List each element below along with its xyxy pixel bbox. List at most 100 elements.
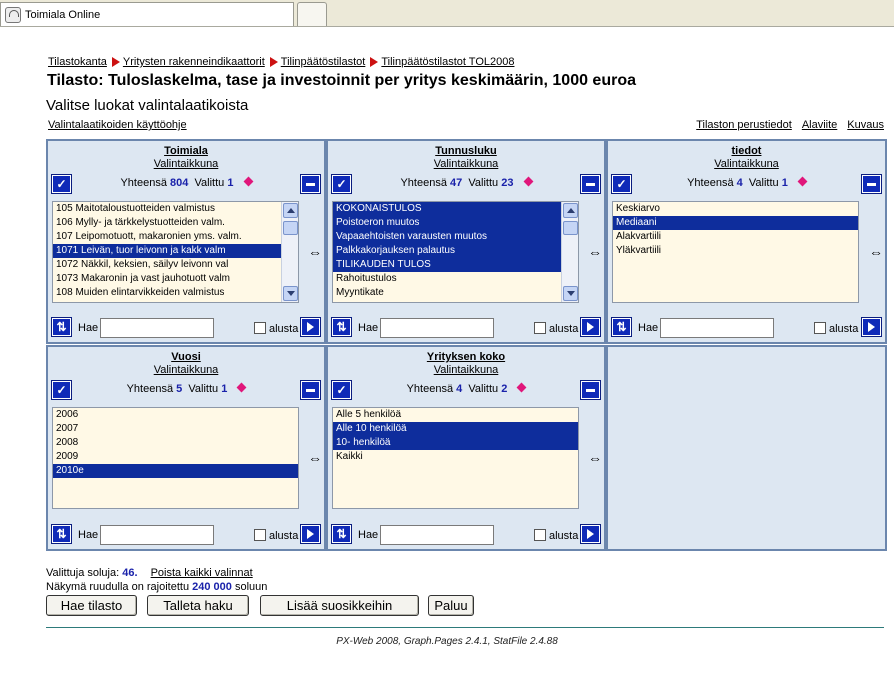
panel-title[interactable]: tiedot [608, 145, 885, 157]
list-option[interactable]: Vapaaehtoisten varausten muutos [333, 230, 578, 244]
list-option[interactable]: Myyntikate [333, 286, 578, 300]
search-go-icon[interactable] [300, 524, 321, 544]
option-listbox[interactable]: Alle 5 henkilöä Alle 10 henkilöä 10- henki… [332, 407, 579, 509]
deselect-all-minus-icon[interactable] [300, 380, 321, 400]
selected-value: 1 [221, 383, 228, 395]
deselect-all-minus-icon[interactable] [580, 380, 601, 400]
sort-arrows-icon[interactable]: ⇅ [611, 317, 632, 337]
list-option[interactable]: Yläkvartiili [613, 244, 858, 258]
search-input[interactable] [100, 318, 214, 338]
count-text: Yhteensä 47 Valittu 23 [332, 176, 600, 189]
list-option[interactable]: 106 Mylly- ja tärkkelystuotteiden valm. [53, 216, 298, 230]
list-option[interactable]: 1071 Leivän, tuor leivonn ja kakk valm [53, 244, 298, 258]
breadcrumb-link-tilastokanta[interactable]: Tilastokanta [48, 56, 107, 68]
sort-arrows-icon[interactable]: ⇅ [51, 524, 72, 544]
panel-title[interactable]: Tunnusluku [328, 145, 604, 157]
panel-header: Tunnusluku Valintaikkuna [328, 141, 604, 170]
search-input[interactable] [100, 525, 214, 545]
clear-all-selections-link[interactable]: Poista kaikki valinnat [151, 567, 253, 579]
list-option[interactable]: Keskiarvo [613, 202, 858, 216]
link-perustiedot[interactable]: Tilaston perustiedot [696, 119, 792, 131]
scroll-thumb[interactable] [283, 221, 298, 235]
deselect-all-minus-icon[interactable] [580, 174, 601, 194]
list-option[interactable]: Poistoeron muutos [333, 216, 578, 230]
list-option[interactable]: Alle 10 henkilöä [333, 422, 578, 436]
list-option[interactable]: 2006 [53, 408, 298, 422]
search-input[interactable] [380, 318, 494, 338]
total-label: Yhteensä [126, 383, 174, 395]
list-option[interactable]: Alakvartiili [613, 230, 858, 244]
list-option[interactable]: Mediaani [613, 216, 858, 230]
from-start-checkbox[interactable] [254, 529, 266, 541]
save-query-button[interactable]: Talleta haku [147, 595, 249, 616]
list-option[interactable]: Kaikki [333, 450, 578, 464]
window-link[interactable]: Valintaikkuna [48, 364, 324, 376]
scroll-up-icon[interactable] [563, 203, 578, 218]
breadcrumb-link-tilinpaatostilastot[interactable]: Tilinpäätöstilastot [281, 56, 366, 68]
list-option[interactable]: TILIKAUDEN TULOS [333, 258, 578, 272]
list-option[interactable]: 105 Maitotaloustuotteiden valmistus [53, 202, 298, 216]
option-listbox[interactable]: 2006 2007 2008 2009 2010e [52, 407, 299, 509]
list-scrollbar[interactable] [561, 202, 578, 302]
search-input[interactable] [380, 525, 494, 545]
fetch-table-button[interactable]: Hae tilasto [46, 595, 137, 616]
window-link[interactable]: Valintaikkuna [328, 364, 604, 376]
link-alaviite[interactable]: Alaviite [802, 119, 837, 131]
search-go-icon[interactable] [580, 524, 601, 544]
scroll-thumb[interactable] [563, 221, 578, 235]
list-option[interactable]: 2009 [53, 450, 298, 464]
deselect-all-minus-icon[interactable] [300, 174, 321, 194]
list-option[interactable]: 2010e [53, 464, 298, 478]
new-tab-button[interactable] [297, 2, 327, 26]
breadcrumb-link-tol2008[interactable]: Tilinpäätöstilastot TOL2008 [381, 56, 514, 68]
from-start-checkbox[interactable] [534, 529, 546, 541]
search-go-icon[interactable] [300, 317, 321, 337]
panel-title[interactable]: Yrityksen koko [328, 351, 604, 363]
list-option[interactable]: 108 Muiden elintarvikkeiden valmistus [53, 286, 298, 300]
sort-arrows-icon[interactable]: ⇅ [331, 524, 352, 544]
option-listbox[interactable]: KOKONAISTULOS Poistoeron muutos Vapaaehtoi… [332, 201, 579, 303]
search-go-icon[interactable] [861, 317, 882, 337]
add-to-favorites-button[interactable]: Lisää suosikkeihin [260, 595, 419, 616]
from-start-checkbox[interactable] [814, 322, 826, 334]
panel-title[interactable]: Toimiala [48, 145, 324, 157]
browser-tab-active[interactable]: Toimiala Online [0, 2, 294, 26]
list-option[interactable]: Alle 5 henkilöä [333, 408, 578, 422]
count-text: Yhteensä 4 Valittu 1 [612, 176, 881, 189]
search-input[interactable] [660, 318, 774, 338]
option-listbox[interactable]: Keskiarvo Mediaani Alakvartiili Yläkvartiil… [612, 201, 859, 303]
link-kuvaus[interactable]: Kuvaus [847, 119, 884, 131]
sort-arrows-icon[interactable]: ⇅ [331, 317, 352, 337]
list-scrollbar[interactable] [281, 202, 298, 302]
swap-arrow-icon[interactable]: ⇔ [588, 244, 602, 260]
list-option[interactable]: Palkkakorjauksen palautus [333, 244, 578, 258]
window-link[interactable]: Valintaikkuna [48, 158, 324, 170]
swap-arrow-icon[interactable]: ⇔ [308, 244, 322, 260]
sort-arrows-icon[interactable]: ⇅ [51, 317, 72, 337]
search-go-icon[interactable] [580, 317, 601, 337]
breadcrumb-link-rakenneindikaattorit[interactable]: Yritysten rakenneindikaattorit [123, 56, 265, 68]
swap-arrow-icon[interactable]: ⇔ [869, 244, 883, 260]
list-option[interactable]: 10- henkilöä [333, 436, 578, 450]
help-link[interactable]: Valintalaatikoiden käyttöohje [48, 119, 187, 131]
list-option[interactable]: 2008 [53, 436, 298, 450]
window-link[interactable]: Valintaikkuna [608, 158, 885, 170]
option-listbox[interactable]: 105 Maitotaloustuotteiden valmistus 106 M… [52, 201, 299, 303]
list-option[interactable]: 107 Leipomotuott, makaronien yms. valm. [53, 230, 298, 244]
list-option[interactable]: 1073 Makaronin ja vast jauhotuott valm [53, 272, 298, 286]
panel-title[interactable]: Vuosi [48, 351, 324, 363]
back-button[interactable]: Paluu [428, 595, 474, 616]
swap-arrow-icon[interactable]: ⇔ [308, 450, 322, 466]
swap-arrow-icon[interactable]: ⇔ [588, 450, 602, 466]
list-option[interactable]: Rahoitustulos [333, 272, 578, 286]
from-start-checkbox[interactable] [534, 322, 546, 334]
list-option[interactable]: 2007 [53, 422, 298, 436]
list-option[interactable]: 1072 Näkkil, keksien, säilyv leivonn val [53, 258, 298, 272]
scroll-up-icon[interactable] [283, 203, 298, 218]
window-link[interactable]: Valintaikkuna [328, 158, 604, 170]
scroll-down-icon[interactable] [563, 286, 578, 301]
scroll-down-icon[interactable] [283, 286, 298, 301]
list-option[interactable]: KOKONAISTULOS [333, 202, 578, 216]
from-start-checkbox[interactable] [254, 322, 266, 334]
deselect-all-minus-icon[interactable] [861, 174, 882, 194]
